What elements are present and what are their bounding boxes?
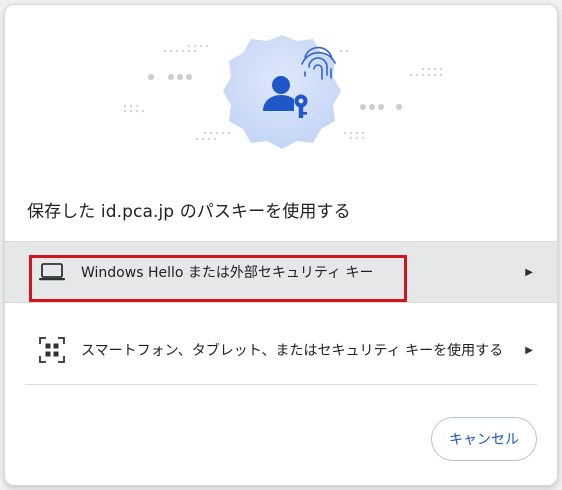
option-phone-tablet-label: スマートフォン、タブレット、またはセキュリティ キーを使用する — [81, 343, 504, 359]
divider — [25, 384, 537, 385]
laptop-icon — [37, 257, 67, 287]
hero-illustration — [123, 35, 443, 149]
option-windows-hello-label: Windows Hello または外部セキュリティ キー — [81, 265, 374, 281]
decor-dots-left — [148, 74, 192, 80]
chevron-right-icon: ▶ — [525, 266, 533, 278]
qr-code-icon — [37, 335, 67, 365]
option-windows-hello[interactable]: Windows Hello または外部セキュリティ キー ▶ — [5, 241, 557, 303]
decor-dots-right — [360, 104, 402, 110]
dialog-title: 保存した id.pca.jp のパスキーを使用する — [27, 202, 351, 222]
option-phone-tablet[interactable]: スマートフォン、タブレット、またはセキュリティ キーを使用する ▶ — [5, 319, 557, 381]
chevron-right-icon: ▶ — [525, 344, 533, 356]
passkey-dialog: 保存した id.pca.jp のパスキーを使用する Windows Hello … — [4, 4, 558, 486]
cancel-button[interactable]: キャンセル — [431, 417, 537, 461]
